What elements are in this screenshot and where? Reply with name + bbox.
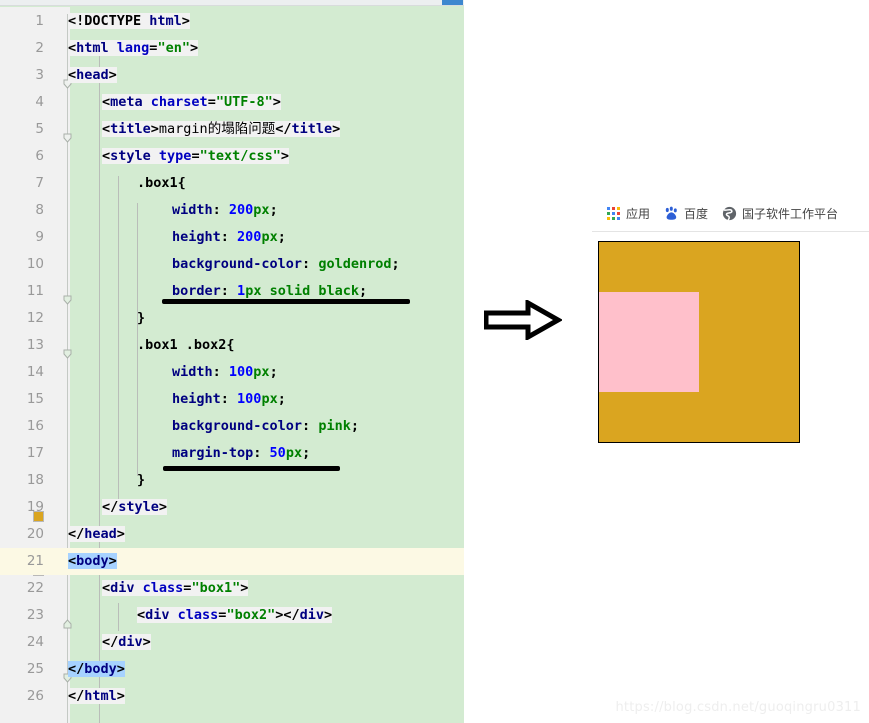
line-number: 24 xyxy=(26,634,44,650)
line-number: 15 xyxy=(26,391,44,407)
code-line-text: </style> xyxy=(102,499,168,515)
code-line-text: </head> xyxy=(68,526,125,542)
code-line-row[interactable]: 17 margin-top: 50px; xyxy=(0,440,464,467)
code-line-row[interactable]: 7 .box1{ xyxy=(0,170,464,359)
line-number: 2 xyxy=(35,40,44,56)
line-number: 11 xyxy=(26,283,44,299)
code-line-row[interactable]: 22 <div class="box1"> xyxy=(0,575,464,602)
watermark: https://blog.csdn.net/guoqingru0311 xyxy=(615,700,861,715)
code-line-row[interactable]: 6 <style type="text/css"> xyxy=(0,143,464,305)
code-line-text: </div> xyxy=(102,634,151,650)
code-line-text: <html lang="en"> xyxy=(68,40,199,56)
code-line-text: width: 100px; xyxy=(172,364,278,380)
code-line-text: } xyxy=(137,472,146,488)
line-number: 13 xyxy=(26,337,44,353)
bookmark-label: 国子软件工作平台 xyxy=(742,207,839,221)
code-line-row[interactable]: 25 </body> xyxy=(0,656,464,683)
code-line-row[interactable]: 14 width: 100px; xyxy=(0,359,464,386)
baidu-paw-icon xyxy=(664,206,679,221)
code-line-row[interactable]: 18 } xyxy=(0,467,464,494)
bookmark-guozi-platform[interactable]: 国子软件工作平台 xyxy=(722,205,838,222)
code-line-row[interactable]: 3 <head> xyxy=(0,62,464,143)
horizontal-scrollbar[interactable] xyxy=(0,0,464,6)
code-line-text: .box1{ xyxy=(137,175,186,191)
browser-preview-pane: 应用 百度 国子软件工作平台 xyxy=(592,196,869,486)
line-number: 19 xyxy=(26,499,44,515)
code-line-text: height: 200px; xyxy=(172,229,286,245)
line-number: 7 xyxy=(35,175,44,191)
line-number: 8 xyxy=(35,202,44,218)
code-line-row[interactable]: 9 height: 200px; xyxy=(0,224,464,251)
line-number: 18 xyxy=(26,472,44,488)
code-line-text: .box1 .box2{ xyxy=(137,337,235,353)
code-line-row[interactable]: 16 background-color: pink; xyxy=(0,413,464,440)
code-line-row[interactable]: 12 } xyxy=(0,305,464,629)
code-line-text: </html> xyxy=(68,688,125,704)
right-arrow-icon xyxy=(483,298,564,342)
line-number: 14 xyxy=(26,364,44,380)
apps-grid-icon xyxy=(606,206,621,221)
rendered-box1 xyxy=(598,241,800,443)
bookmark-apps[interactable]: 应用 xyxy=(606,205,650,222)
line-number: 22 xyxy=(26,580,44,596)
annotation-underline xyxy=(162,299,410,304)
line-number: 21 xyxy=(0,548,50,575)
line-number: 9 xyxy=(35,229,44,245)
code-line-text: <style type="text/css"> xyxy=(102,148,289,164)
code-line-row[interactable]: 8 width: 200px; xyxy=(0,197,464,224)
code-line-text: <title>margin的塌陷问题</title> xyxy=(102,121,341,137)
code-line-text: <meta charset="UTF-8"> xyxy=(102,94,281,110)
code-editor-pane[interactable]: 1 <!DOCTYPE html> 2 <html lang="en"> 3 <… xyxy=(0,0,464,723)
code-line-text: width: 200px; xyxy=(172,202,278,218)
line-number: 3 xyxy=(35,67,44,83)
bookmark-baidu[interactable]: 百度 xyxy=(664,205,708,222)
code-line-text: <head> xyxy=(68,67,117,83)
line-number: 17 xyxy=(26,445,44,461)
code-line-text: background-color: goldenrod; xyxy=(172,256,400,272)
code-line-row-current[interactable]: 21 <body> xyxy=(0,548,464,575)
line-number: 1 xyxy=(35,13,44,29)
line-number: 4 xyxy=(35,94,44,110)
code-line-text: <!DOCTYPE html> xyxy=(68,13,190,29)
bookmark-label: 百度 xyxy=(684,207,709,221)
globe-icon xyxy=(722,206,737,221)
code-line-row[interactable]: 19 </style> xyxy=(0,494,464,521)
code-line-row[interactable]: 5 <title>margin的塌陷问题</title> xyxy=(0,116,464,143)
line-number: 16 xyxy=(26,418,44,434)
line-number: 23 xyxy=(26,607,44,623)
code-line-text: <div class="box2"></div> xyxy=(137,607,333,623)
line-number: 25 xyxy=(26,661,44,677)
code-line-row[interactable]: 20 </head> xyxy=(0,521,464,548)
scrollbar-thumb[interactable] xyxy=(442,0,463,5)
code-line-row[interactable]: 24 </div> xyxy=(0,629,464,656)
line-number: 10 xyxy=(26,256,44,272)
bookmark-label: 应用 xyxy=(626,207,651,221)
code-line-text: background-color: pink; xyxy=(172,418,359,434)
code-line-text: margin-top: 50px; xyxy=(172,445,311,461)
code-line-row[interactable]: 13 .box1 .box2{ xyxy=(0,332,464,683)
code-line-row[interactable]: 10 background-color: goldenrod; xyxy=(0,251,464,522)
code-line-row[interactable]: 4 <meta charset="UTF-8"> xyxy=(0,89,464,116)
code-line-text: <body> xyxy=(68,553,117,569)
code-line-text: <div class="box1"> xyxy=(102,580,249,596)
code-line-row[interactable]: 2 <html lang="en"> xyxy=(0,35,464,89)
code-line-text: </body> xyxy=(68,661,125,677)
code-line-text: height: 100px; xyxy=(172,391,286,407)
rendered-box2 xyxy=(599,292,699,392)
bookmarks-bar: 应用 百度 国子软件工作平台 xyxy=(592,196,869,232)
line-number: 6 xyxy=(35,148,44,164)
code-line-row[interactable]: 26 </html> xyxy=(0,683,464,710)
line-number: 26 xyxy=(26,688,44,704)
code-line-text: } xyxy=(137,310,146,326)
code-line-row[interactable]: 23 <div class="box2"></div> xyxy=(0,602,464,629)
line-number: 12 xyxy=(26,310,44,326)
line-number: 5 xyxy=(35,121,44,137)
line-number: 20 xyxy=(26,526,44,542)
code-line-row[interactable]: 1 <!DOCTYPE html> xyxy=(0,8,464,35)
code-line-row[interactable]: 15 height: 100px; xyxy=(0,386,464,413)
